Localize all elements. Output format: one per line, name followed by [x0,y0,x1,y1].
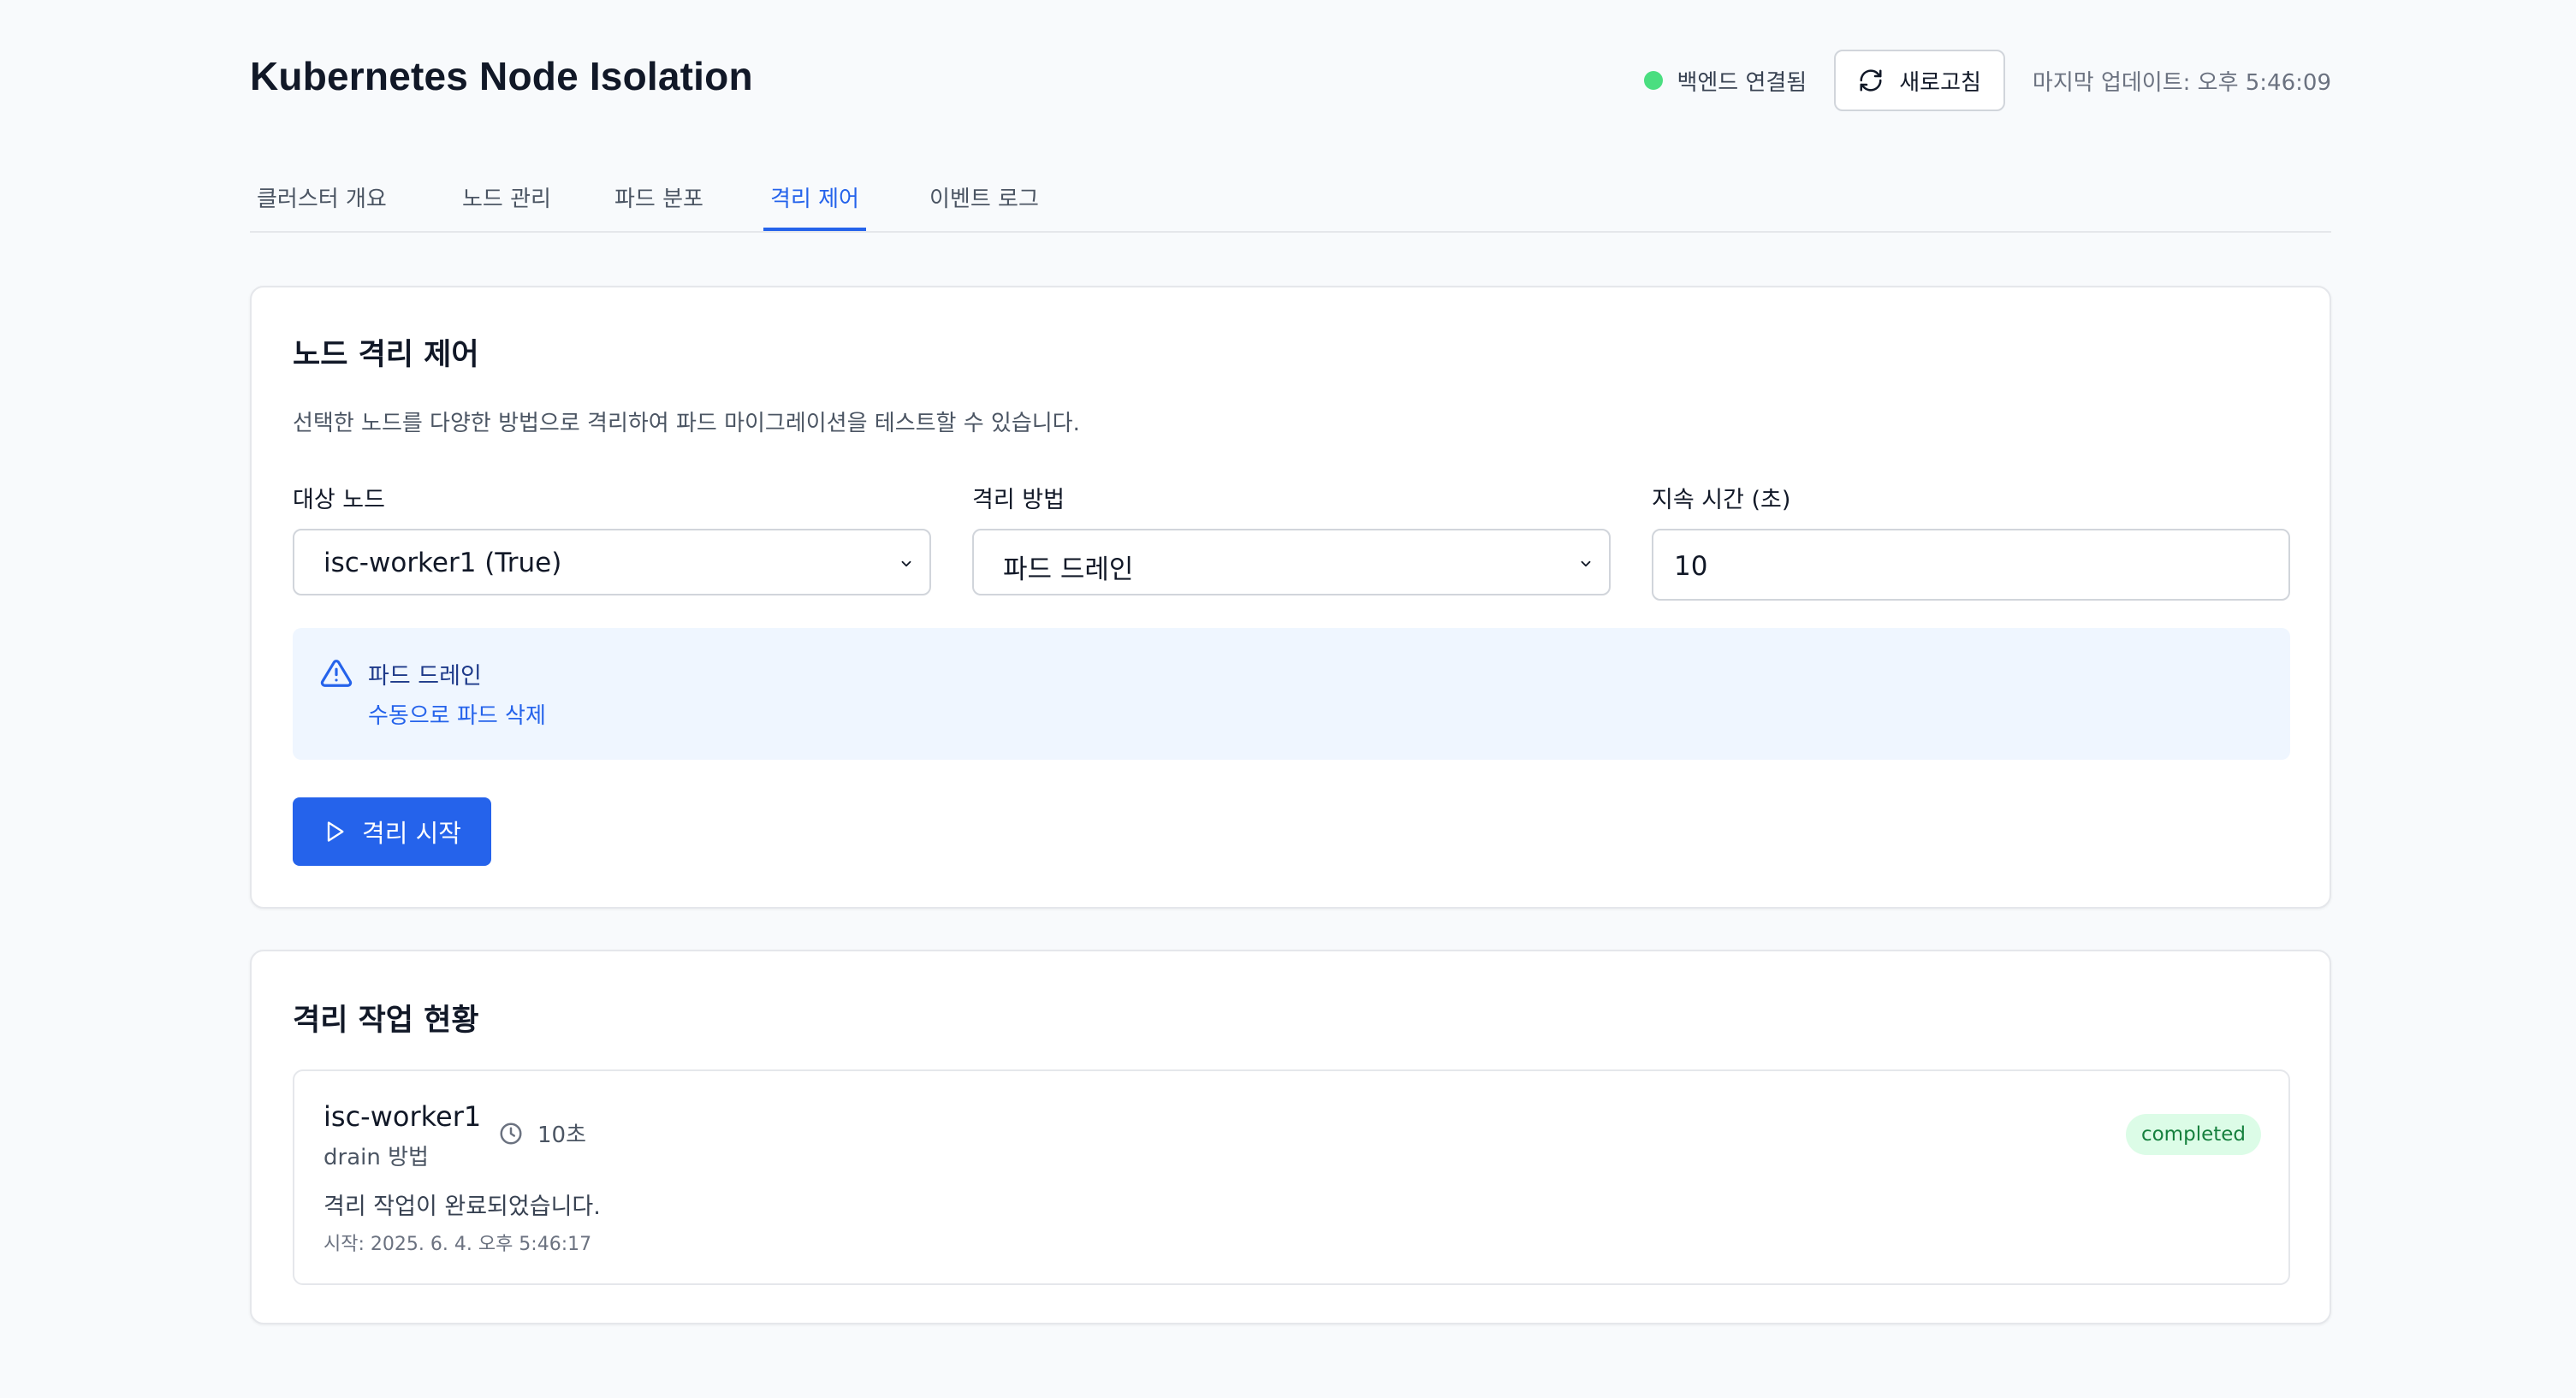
refresh-button-label: 새로고침 [1899,69,1981,96]
duration-value: 10 [1674,551,1708,582]
method-info-alert: 파드 드레인 수동으로 파드 삭제 [293,628,2290,760]
isolation-status-card: 격리 작업 현황 isc-worker1 drain 방법 10초 격리 작업이… [250,950,2331,1324]
duration-input[interactable]: 10 [1652,529,2290,601]
app-title: Kubernetes Node Isolation [250,54,753,98]
connection-status-dot [1644,71,1664,90]
target-node-label: 대상 노드 [293,487,385,513]
tab-bar: 클러스터 개요 노드 관리 파드 분포 격리 제어 이벤트 로그 [250,168,2331,233]
target-node-select[interactable]: isc-worker1 (True) [293,529,931,595]
isolation-control-card: 노드 격리 제어 선택한 노드를 다양한 방법으로 격리하여 파드 마이그레이션… [250,286,2331,909]
clock-icon [500,1123,522,1144]
alert-title: 파드 드레인 [368,663,482,690]
isolation-method-select[interactable]: 파드 드레인 [972,529,1611,595]
isolation-control-title: 노드 격리 제어 [293,338,479,372]
isolation-method-label: 격리 방법 [972,487,1065,513]
job-duration: 10초 [498,1117,586,1149]
tab-isolation-control[interactable]: 격리 제어 [763,181,866,231]
isolation-status-title: 격리 작업 현황 [293,1004,479,1038]
refresh-icon [1860,69,1882,92]
job-duration-value: 10초 [537,1123,587,1148]
job-node-name: isc-worker1 [323,1100,482,1133]
chevron-down-icon [1581,560,1591,567]
alert-description: 수동으로 파드 삭제 [368,703,546,729]
connection-status-text: 백엔드 연결됨 [1677,69,1807,96]
warning-triangle-icon [320,660,353,687]
job-item: isc-worker1 drain 방법 10초 격리 작업이 완료되었습니다.… [293,1069,2290,1285]
isolation-method-value: 파드 드레인 [1003,554,1134,585]
tab-cluster-overview[interactable]: 클러스터 개요 [250,181,394,231]
play-icon [327,821,344,842]
chevron-down-icon [901,560,911,567]
duration-label: 지속 시간 (초) [1652,487,1791,513]
last-update-text: 마지막 업데이트: 오후 5:46:09 [2032,69,2331,96]
start-isolation-label: 격리 시작 [362,819,461,848]
status-badge: completed [2125,1114,2261,1155]
start-isolation-button[interactable]: 격리 시작 [293,797,491,866]
job-method: drain 방법 [323,1145,429,1170]
refresh-button[interactable]: 새로고침 [1834,50,2005,111]
target-node-value: isc-worker1 (True) [323,548,562,578]
job-message: 격리 작업이 완료되었습니다. [323,1194,601,1220]
header: Kubernetes Node Isolation 백엔드 연결됨 새로고침 마… [250,50,2331,111]
job-start-time: 시작: 2025. 6. 4. 오후 5:46:17 [323,1234,592,1255]
header-actions: 백엔드 연결됨 새로고침 마지막 업데이트: 오후 5:46:09 [1644,50,2331,111]
tab-pod-distribution[interactable]: 파드 분포 [608,181,710,231]
isolation-control-description: 선택한 노드를 다양한 방법으로 격리하여 파드 마이그레이션을 테스트할 수 … [293,411,1080,436]
tab-event-log[interactable]: 이벤트 로그 [923,181,1046,231]
tab-node-management[interactable]: 노드 관리 [455,181,558,231]
